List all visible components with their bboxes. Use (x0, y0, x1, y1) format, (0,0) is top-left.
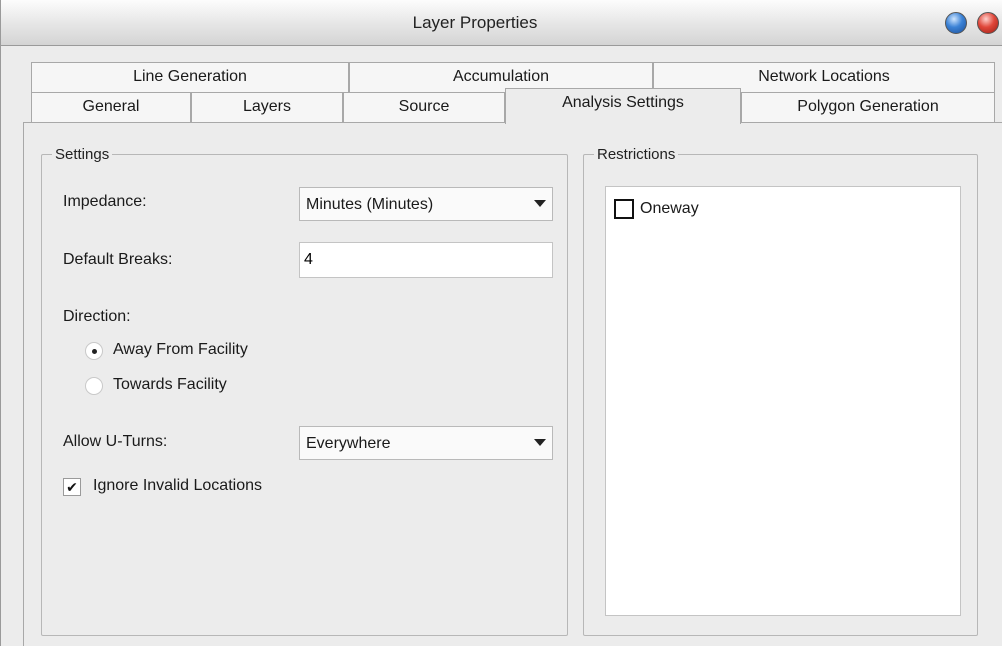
tab-line-generation[interactable]: Line Generation (31, 62, 349, 92)
dropdown-arrow-icon[interactable] (534, 200, 546, 207)
ignore-invalid-label[interactable]: Ignore Invalid Locations (93, 477, 262, 495)
default-breaks-label: Default Breaks: (63, 251, 173, 268)
list-item[interactable]: Oneway (614, 199, 914, 225)
restrictions-list[interactable]: Oneway (605, 186, 961, 616)
ignore-invalid-checkbox[interactable]: ✔ (63, 478, 81, 496)
towards-facility-label[interactable]: Towards Facility (113, 376, 227, 394)
window-title: Layer Properties (412, 13, 538, 32)
oneway-label[interactable]: Oneway (640, 200, 699, 218)
tab-polygon-generation[interactable]: Polygon Generation (741, 92, 995, 122)
close-button-icon[interactable] (977, 12, 999, 34)
uturns-value: Everywhere (306, 435, 391, 452)
radio-towards-facility[interactable] (85, 377, 103, 395)
tab-layers[interactable]: Layers (191, 92, 343, 122)
tab-general[interactable]: General (31, 92, 191, 122)
oneway-checkbox[interactable] (614, 199, 634, 219)
dropdown-arrow-icon[interactable] (534, 439, 546, 446)
impedance-label: Impedance: (63, 193, 147, 210)
tab-source[interactable]: Source (343, 92, 505, 122)
title-bar[interactable]: Layer Properties (1, 0, 1002, 46)
radio-away-from-facility[interactable] (85, 342, 103, 360)
away-from-facility-label[interactable]: Away From Facility (113, 341, 248, 359)
uturns-label: Allow U-Turns: (63, 433, 168, 450)
uturns-dropdown[interactable]: Everywhere (299, 426, 553, 460)
settings-legend: Settings (55, 146, 110, 163)
impedance-value: Minutes (Minutes) (306, 196, 434, 213)
direction-label: Direction: (63, 308, 131, 325)
default-breaks-input[interactable] (300, 243, 552, 277)
tab-analysis-settings[interactable]: Analysis Settings (505, 88, 741, 124)
default-breaks-field[interactable] (299, 242, 553, 278)
layer-properties-dialog: Layer Properties Line Generation Accumul… (0, 0, 1002, 646)
restrictions-legend: Restrictions (597, 146, 676, 163)
impedance-dropdown[interactable]: Minutes (Minutes) (299, 187, 553, 221)
zoom-button-icon[interactable] (945, 12, 967, 34)
